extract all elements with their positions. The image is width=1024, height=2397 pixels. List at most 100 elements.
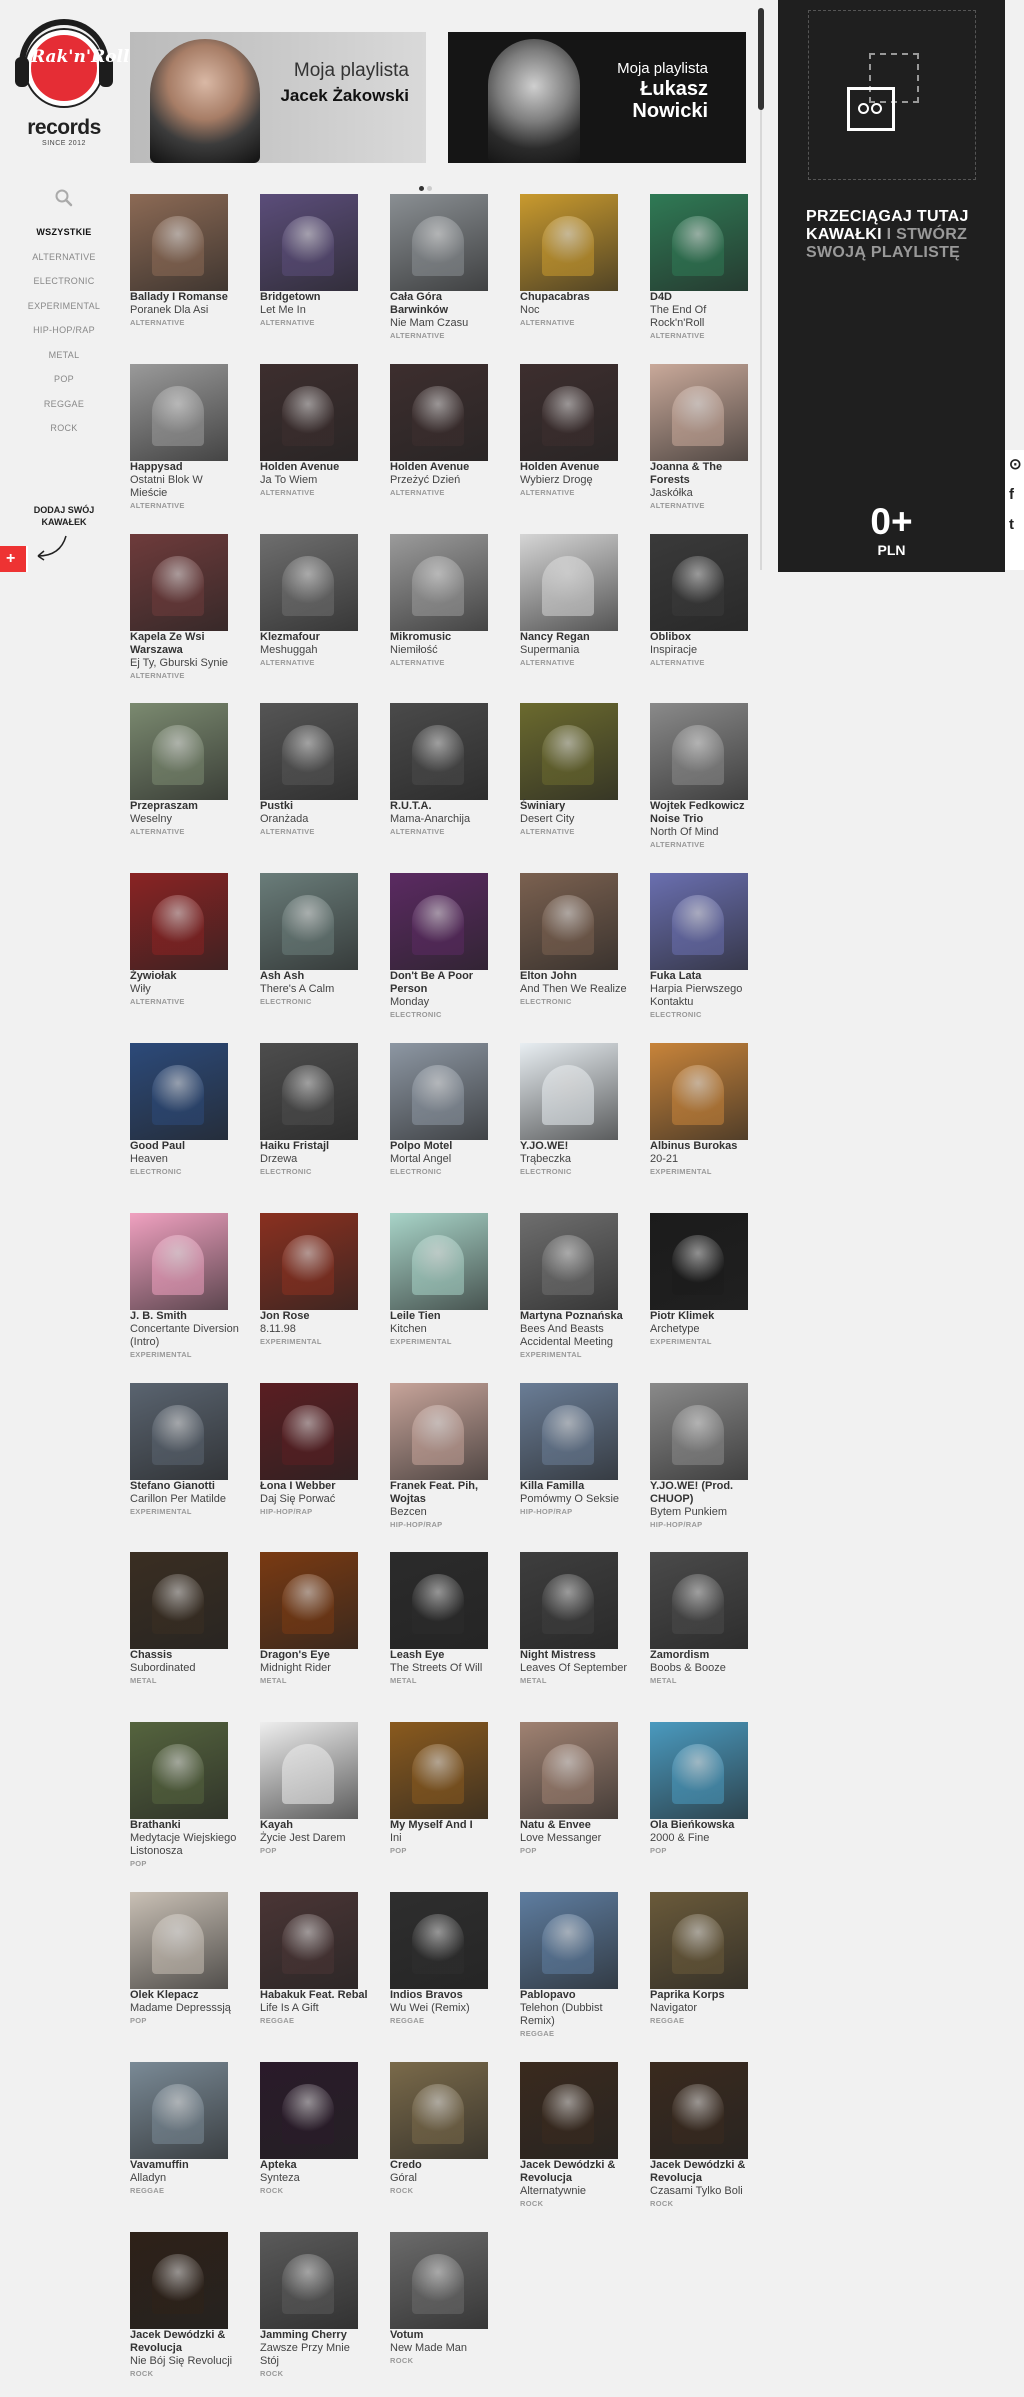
cover-image[interactable] bbox=[650, 703, 748, 801]
category-alternative[interactable]: ALTERNATIVE bbox=[0, 249, 128, 274]
track-card[interactable]: R.U.T.A. Mama-Anarchija ALTERNATIVE bbox=[390, 703, 500, 863]
track-card[interactable]: Zamordism Boobs & Booze METAL bbox=[650, 1552, 760, 1712]
track-card[interactable]: Dragon's Eye Midnight Rider METAL bbox=[260, 1552, 370, 1712]
cover-image[interactable] bbox=[520, 1722, 618, 1820]
cover-image[interactable] bbox=[520, 194, 618, 291]
category-pop[interactable]: POP bbox=[0, 371, 128, 396]
cover-image[interactable] bbox=[130, 703, 228, 801]
track-card[interactable]: Don't Be A Poor Person Monday ELECTRONIC bbox=[390, 873, 500, 1033]
track-card[interactable]: My Myself And I Ini POP bbox=[390, 1722, 500, 1882]
cover-image[interactable] bbox=[520, 363, 618, 461]
cover-image[interactable] bbox=[520, 873, 618, 971]
category-electronic[interactable]: ELECTRONIC bbox=[0, 273, 128, 298]
cover-image[interactable] bbox=[260, 1043, 358, 1140]
cover-image[interactable] bbox=[390, 1552, 488, 1650]
track-card[interactable]: Jacek Dewódzki & Revolucja Nie Bój Się Re… bbox=[130, 2231, 240, 2392]
cover-image[interactable] bbox=[390, 703, 488, 801]
category-rock[interactable]: ROCK bbox=[0, 420, 128, 445]
cover-image[interactable] bbox=[650, 194, 748, 291]
cover-image[interactable] bbox=[390, 1212, 488, 1310]
track-card[interactable]: Ballady I Romanse Poranek Dla Asi ALTERNAT… bbox=[130, 194, 240, 354]
cover-image[interactable] bbox=[130, 1552, 228, 1650]
track-card[interactable]: Jamming Cherry Zawsze Przy Mnie Stój ROCK bbox=[260, 2231, 370, 2392]
cover-image[interactable] bbox=[520, 1043, 618, 1140]
cover-image[interactable] bbox=[520, 1892, 618, 1989]
track-card[interactable]: Indios Bravos Wu Wei (Remix) REGGAE bbox=[390, 1892, 500, 2052]
cover-image[interactable] bbox=[260, 363, 358, 461]
track-card[interactable]: Olek Klepacz Madame Depresssją POP bbox=[130, 1892, 240, 2052]
twitter-icon[interactable]: t bbox=[1005, 510, 1024, 540]
track-card[interactable]: D4D The End Of Rock'n'Roll ALTERNATIVE bbox=[650, 194, 760, 354]
track-card[interactable]: Franek Feat. Pih, Wojtas Bezcen HIP-HOP/RA… bbox=[390, 1382, 500, 1543]
cover-image[interactable] bbox=[260, 2231, 358, 2329]
cover-image[interactable] bbox=[130, 533, 228, 631]
track-card[interactable]: Jacek Dewódzki & Revolucja Alternatywnie R… bbox=[520, 2061, 630, 2222]
track-card[interactable]: Vavamuffin Alladyn REGGAE bbox=[130, 2061, 240, 2222]
category-experimental[interactable]: EXPERIMENTAL bbox=[0, 298, 128, 323]
track-card[interactable]: Haiku Fristajl Drzewa ELECTRONIC bbox=[260, 1043, 370, 1203]
cover-image[interactable] bbox=[520, 533, 618, 631]
track-card[interactable]: Good Paul Heaven ELECTRONIC bbox=[130, 1043, 240, 1203]
cover-image[interactable] bbox=[650, 2061, 748, 2159]
banner-playlist-zakowski[interactable]: Moja playlista Jacek Żakowski bbox=[130, 32, 426, 163]
cover-image[interactable] bbox=[650, 363, 748, 461]
cover-image[interactable] bbox=[390, 194, 488, 291]
scrollbar-track[interactable] bbox=[760, 110, 762, 570]
carousel-dot-2[interactable] bbox=[427, 186, 432, 191]
track-card[interactable]: Stefano Gianotti Carillon Per Matilde EXPE… bbox=[130, 1382, 240, 1543]
cover-image[interactable] bbox=[260, 533, 358, 631]
scrollbar-thumb[interactable] bbox=[758, 8, 764, 110]
track-card[interactable]: Martyna Poznańska Bees And Beasts Acciden… bbox=[520, 1212, 630, 1373]
cover-image[interactable] bbox=[520, 1552, 618, 1650]
track-card[interactable]: Leash Eye The Streets Of Will METAL bbox=[390, 1552, 500, 1712]
cover-image[interactable] bbox=[130, 1382, 228, 1480]
category-reggae[interactable]: REGGAE bbox=[0, 396, 128, 421]
track-card[interactable]: Łona I Webber Daj Się Porwać HIP-HOP/RAP bbox=[260, 1382, 370, 1543]
cover-image[interactable] bbox=[390, 873, 488, 971]
cover-image[interactable] bbox=[390, 1722, 488, 1820]
track-card[interactable]: Pustki Oranżada ALTERNATIVE bbox=[260, 703, 370, 863]
cover-image[interactable] bbox=[130, 363, 228, 461]
cover-image[interactable] bbox=[520, 2061, 618, 2159]
cover-image[interactable] bbox=[260, 1892, 358, 1989]
cover-image[interactable] bbox=[130, 2061, 228, 2159]
track-card[interactable]: Chupacabras Noc ALTERNATIVE bbox=[520, 194, 630, 354]
track-card[interactable]: Brathanki Medytacje Wiejskiego Listonosza… bbox=[130, 1722, 240, 1882]
category-wszystkie[interactable]: WSZYSTKIE bbox=[0, 224, 128, 249]
track-card[interactable]: Oblibox Inspiracje ALTERNATIVE bbox=[650, 533, 760, 694]
logo[interactable]: Rak'n'Roll records SINCE 2012 bbox=[15, 19, 129, 162]
track-card[interactable]: Kapela Ze Wsi Warszawa Ej Ty, Gburski Syn… bbox=[130, 533, 240, 694]
share-icon[interactable]: ⊙ bbox=[1005, 450, 1024, 480]
cover-image[interactable] bbox=[260, 1382, 358, 1480]
track-card[interactable]: Elton John And Then We Realize ELECTRONIC bbox=[520, 873, 630, 1033]
carousel-dot-1[interactable] bbox=[419, 186, 424, 191]
track-card[interactable]: Leile Tien Kitchen EXPERIMENTAL bbox=[390, 1212, 500, 1373]
track-card[interactable]: Nancy Regan Supermania ALTERNATIVE bbox=[520, 533, 630, 694]
track-card[interactable]: Chassis Subordinated METAL bbox=[130, 1552, 240, 1712]
cover-image[interactable] bbox=[650, 1212, 748, 1310]
track-card[interactable]: Albinus Burokas 20-21 EXPERIMENTAL bbox=[650, 1043, 760, 1203]
track-card[interactable]: Ash Ash There's A Calm ELECTRONIC bbox=[260, 873, 370, 1033]
cover-image[interactable] bbox=[260, 1552, 358, 1650]
track-card[interactable]: Kayah Życie Jest Darem POP bbox=[260, 1722, 370, 1882]
cover-image[interactable] bbox=[650, 533, 748, 631]
track-card[interactable]: Ola Bieńkowska 2000 & Fine POP bbox=[650, 1722, 760, 1882]
track-card[interactable]: Y.JO.WE! (Prod. CHUOP) Bytem Punkiem HIP-H… bbox=[650, 1382, 760, 1543]
track-card[interactable]: Habakuk Feat. Rebal Life Is A Gift REGGAE bbox=[260, 1892, 370, 2052]
track-card[interactable]: Piotr Klimek Archetype EXPERIMENTAL bbox=[650, 1212, 760, 1373]
track-card[interactable]: Cała Góra Barwinków Nie Mam Czasu ALTERNAT… bbox=[390, 194, 500, 354]
cover-image[interactable] bbox=[390, 2231, 488, 2329]
track-card[interactable]: Mikromusic Niemiłość ALTERNATIVE bbox=[390, 533, 500, 694]
cover-image[interactable] bbox=[390, 533, 488, 631]
cover-image[interactable] bbox=[390, 363, 488, 461]
track-card[interactable]: Votum New Made Man ROCK bbox=[390, 2231, 500, 2392]
banner-playlist-nowicki[interactable]: Moja playlista Łukasz Nowicki bbox=[448, 32, 746, 163]
track-card[interactable]: Polpo Motel Mortal Angel ELECTRONIC bbox=[390, 1043, 500, 1203]
track-card[interactable]: Holden Avenue Ja To Wiem ALTERNATIVE bbox=[260, 363, 370, 524]
cover-image[interactable] bbox=[130, 1212, 228, 1310]
track-card[interactable]: Happysad Ostatni Blok W Mieście ALTERNATIV… bbox=[130, 363, 240, 524]
track-card[interactable]: Apteka Synteza ROCK bbox=[260, 2061, 370, 2222]
track-card[interactable]: Fuka Lata Harpia Pierwszego Kontaktu ELECT… bbox=[650, 873, 760, 1033]
track-card[interactable]: Killa Familla Pomówmy O Seksie HIP-HOP/RAP bbox=[520, 1382, 630, 1543]
track-card[interactable]: Night Mistress Leaves Of September METAL bbox=[520, 1552, 630, 1712]
